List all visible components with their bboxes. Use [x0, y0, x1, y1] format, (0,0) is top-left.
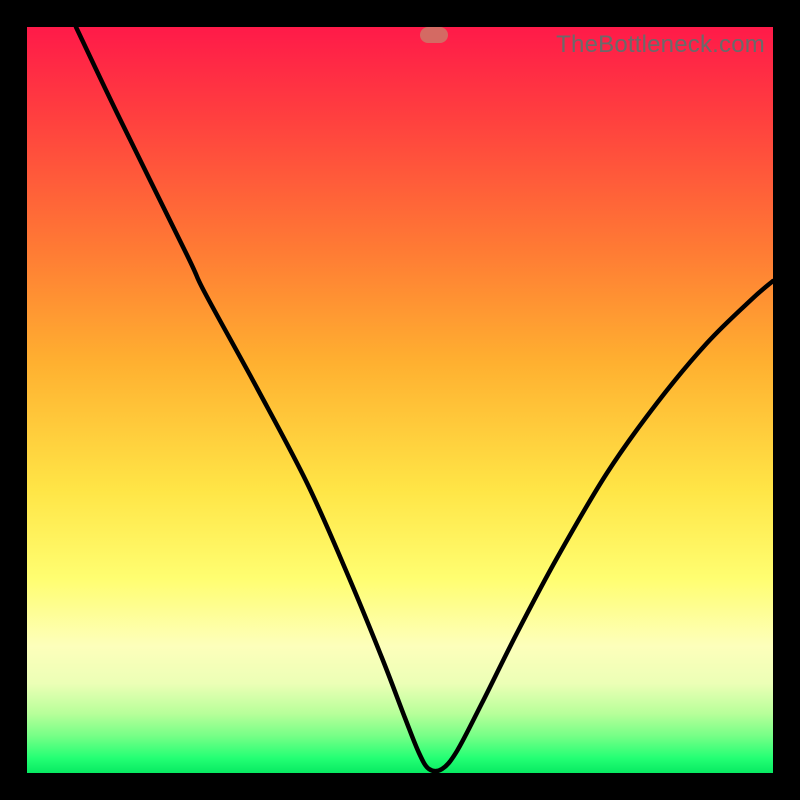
bottleneck-curve — [27, 27, 773, 773]
minimum-marker — [420, 27, 448, 43]
watermark-text: TheBottleneck.com — [556, 31, 765, 59]
plot-area: TheBottleneck.com — [27, 27, 773, 773]
chart-frame: TheBottleneck.com — [0, 0, 800, 800]
